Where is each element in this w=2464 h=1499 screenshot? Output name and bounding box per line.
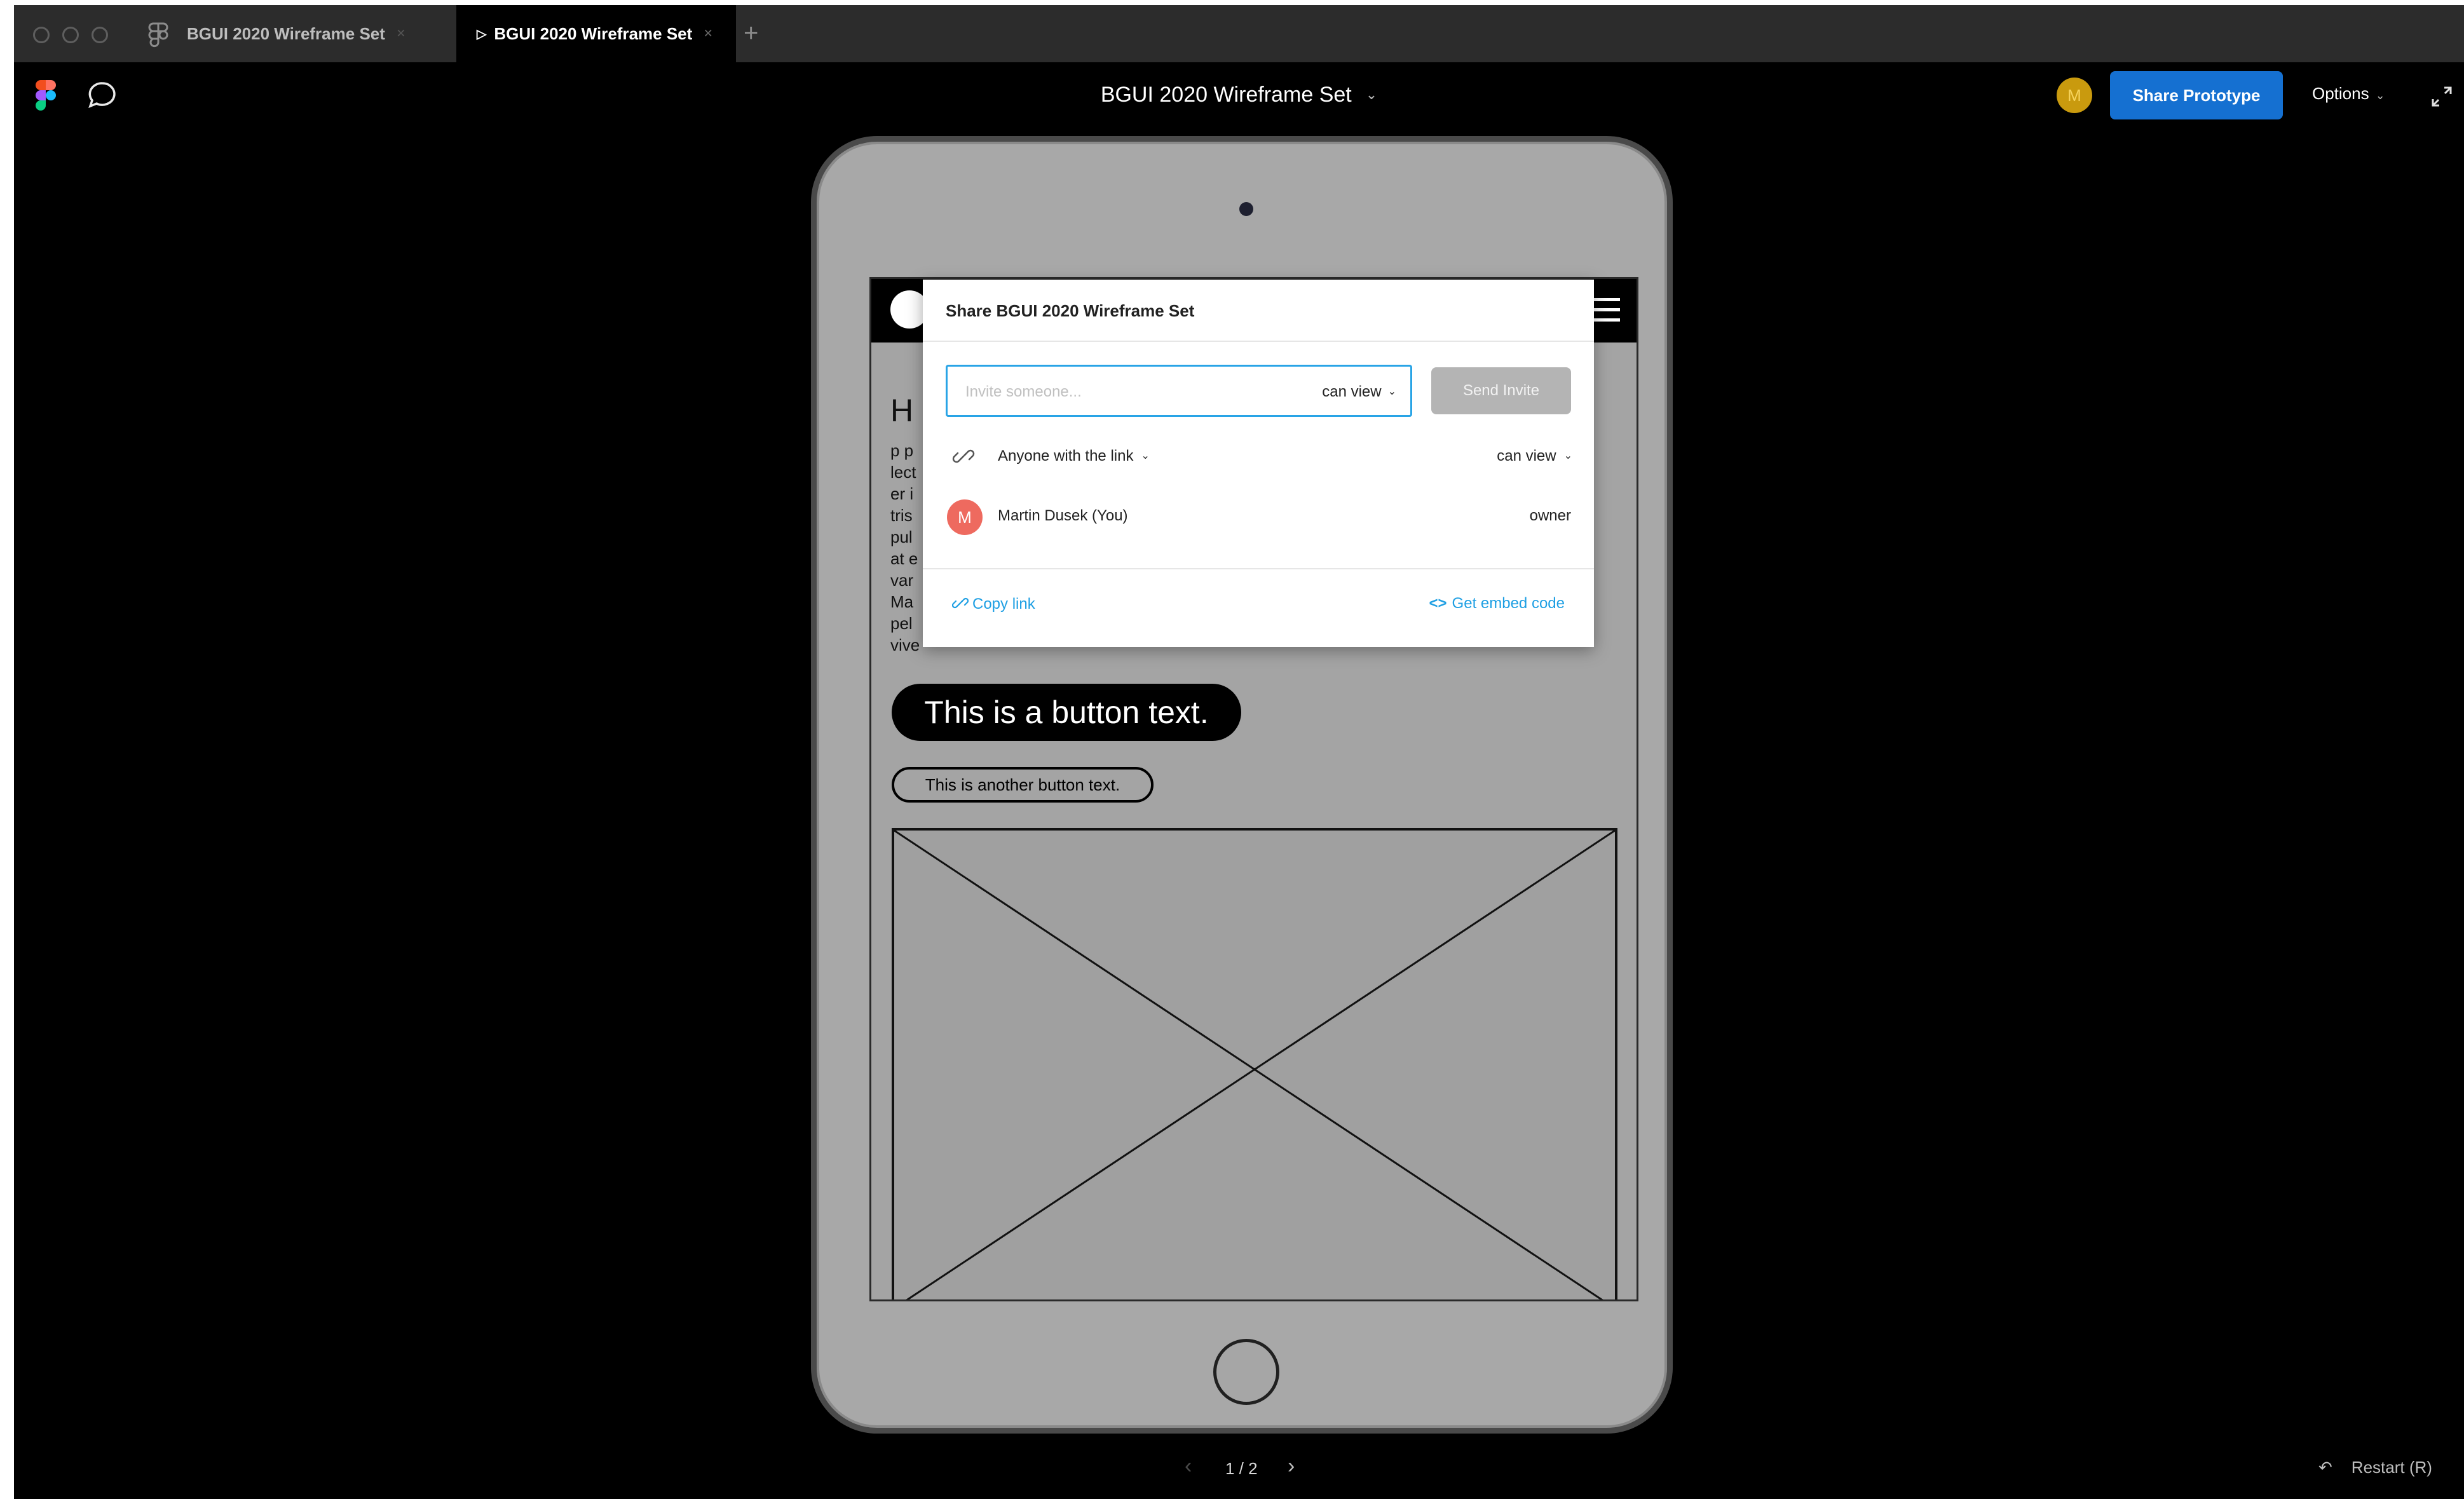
tab-file-1[interactable]: BGUI 2020 Wireframe Set × xyxy=(187,5,454,62)
share-prototype-button[interactable]: Share Prototype xyxy=(2110,71,2283,119)
file-title[interactable]: BGUI 2020 Wireframe Set ⌄ xyxy=(14,83,2464,107)
invite-placeholder: Invite someone... xyxy=(965,383,1082,400)
body-text-line: p p xyxy=(890,441,914,460)
link-access-select[interactable]: Anyone with the link ⌄ xyxy=(998,447,1150,465)
window-minimize-button[interactable] xyxy=(62,27,79,43)
invite-permission-select[interactable]: can view ⌄ xyxy=(1322,383,1396,401)
chevron-down-icon: ⌄ xyxy=(1563,451,1572,461)
chevron-down-icon: ⌄ xyxy=(1141,451,1150,461)
body-text-line: tris xyxy=(890,506,913,525)
play-icon: ▷ xyxy=(477,27,487,41)
tab-label: BGUI 2020 Wireframe Set xyxy=(494,24,693,43)
chevron-down-icon: ⌄ xyxy=(2375,89,2385,102)
copy-link-button[interactable]: Copy link xyxy=(952,595,1035,613)
wireframe-secondary-button[interactable]: This is another button text. xyxy=(892,767,1154,803)
new-tab-button[interactable]: + xyxy=(744,19,758,48)
body-text-line: Ma xyxy=(890,592,914,611)
camera-dot xyxy=(1239,202,1253,216)
body-text-line: var xyxy=(890,571,914,590)
previous-frame-button[interactable]: ‹ xyxy=(1185,1454,1192,1479)
code-icon: <> xyxy=(1429,595,1447,612)
divider xyxy=(923,341,1594,342)
window-close-button[interactable] xyxy=(33,27,50,43)
tab-label: BGUI 2020 Wireframe Set xyxy=(187,24,385,43)
restart-label: Restart (R) xyxy=(2351,1458,2432,1477)
image-placeholder xyxy=(892,828,1617,1299)
file-title-label: BGUI 2020 Wireframe Set xyxy=(1100,83,1352,107)
options-label: Options xyxy=(2312,84,2369,103)
wireframe-primary-button[interactable]: This is a button text. xyxy=(892,684,1241,741)
figma-file-icon[interactable] xyxy=(147,22,169,50)
options-menu[interactable]: Options ⌄ xyxy=(2312,84,2385,104)
body-text-line: pel xyxy=(890,614,913,633)
link-access-text: Anyone with the link xyxy=(998,447,1134,465)
tab-close-icon[interactable]: × xyxy=(704,25,712,43)
restart-button[interactable]: ↶ Restart (R) xyxy=(2318,1458,2432,1477)
expand-icon[interactable] xyxy=(2430,85,2453,108)
modal-title: Share BGUI 2020 Wireframe Set xyxy=(946,301,1195,320)
invite-permission-label: can view xyxy=(1322,383,1382,400)
member-avatar: M xyxy=(947,499,983,535)
tab-file-2-active[interactable]: ▷ BGUI 2020 Wireframe Set × xyxy=(456,5,736,62)
figma-window: BGUI 2020 Wireframe Set × ▷ BGUI 2020 Wi… xyxy=(14,5,2464,1499)
body-text-line: at e xyxy=(890,549,918,568)
member-name: Martin Dusek (You) xyxy=(998,507,1128,524)
window-maximize-button[interactable] xyxy=(92,27,108,43)
wireframe-heading: H xyxy=(890,393,914,428)
next-frame-button[interactable]: › xyxy=(1288,1454,1295,1479)
divider xyxy=(923,568,1594,569)
link-icon xyxy=(952,449,975,463)
member-role: owner xyxy=(1529,507,1571,524)
body-text-line: vive xyxy=(890,635,920,655)
placeholder-cross-icon xyxy=(894,829,1616,1299)
body-text-line: lect xyxy=(890,463,916,482)
hamburger-icon[interactable] xyxy=(1589,298,1620,323)
user-avatar[interactable]: M xyxy=(2057,78,2092,113)
page-indicator: 1 / 2 xyxy=(1225,1459,1258,1478)
share-modal: Share BGUI 2020 Wireframe Set Invite som… xyxy=(923,280,1594,647)
prototype-toolbar: BGUI 2020 Wireframe Set ⌄ M Share Prototy… xyxy=(14,62,2464,126)
link-permission-text: can view xyxy=(1497,447,1556,465)
link-permission-select[interactable]: can view ⌄ xyxy=(1497,447,1572,465)
embed-code-label: Get embed code xyxy=(1452,595,1565,612)
copy-link-label: Copy link xyxy=(972,595,1035,613)
chevron-down-icon: ⌄ xyxy=(1387,386,1396,397)
tab-close-icon[interactable]: × xyxy=(397,25,405,43)
tab-bar: BGUI 2020 Wireframe Set × ▷ BGUI 2020 Wi… xyxy=(14,5,2464,62)
embed-code-button[interactable]: <> Get embed code xyxy=(1429,595,1565,613)
chevron-down-icon: ⌄ xyxy=(1365,86,1378,102)
send-invite-button[interactable]: Send Invite xyxy=(1431,367,1571,414)
body-text-line: er i xyxy=(890,484,914,503)
restart-icon: ↶ xyxy=(2318,1458,2332,1477)
invite-input[interactable]: Invite someone... can view ⌄ xyxy=(946,365,1412,417)
home-button xyxy=(1213,1339,1279,1405)
link-icon xyxy=(952,597,969,609)
body-text-line: pul xyxy=(890,527,913,546)
